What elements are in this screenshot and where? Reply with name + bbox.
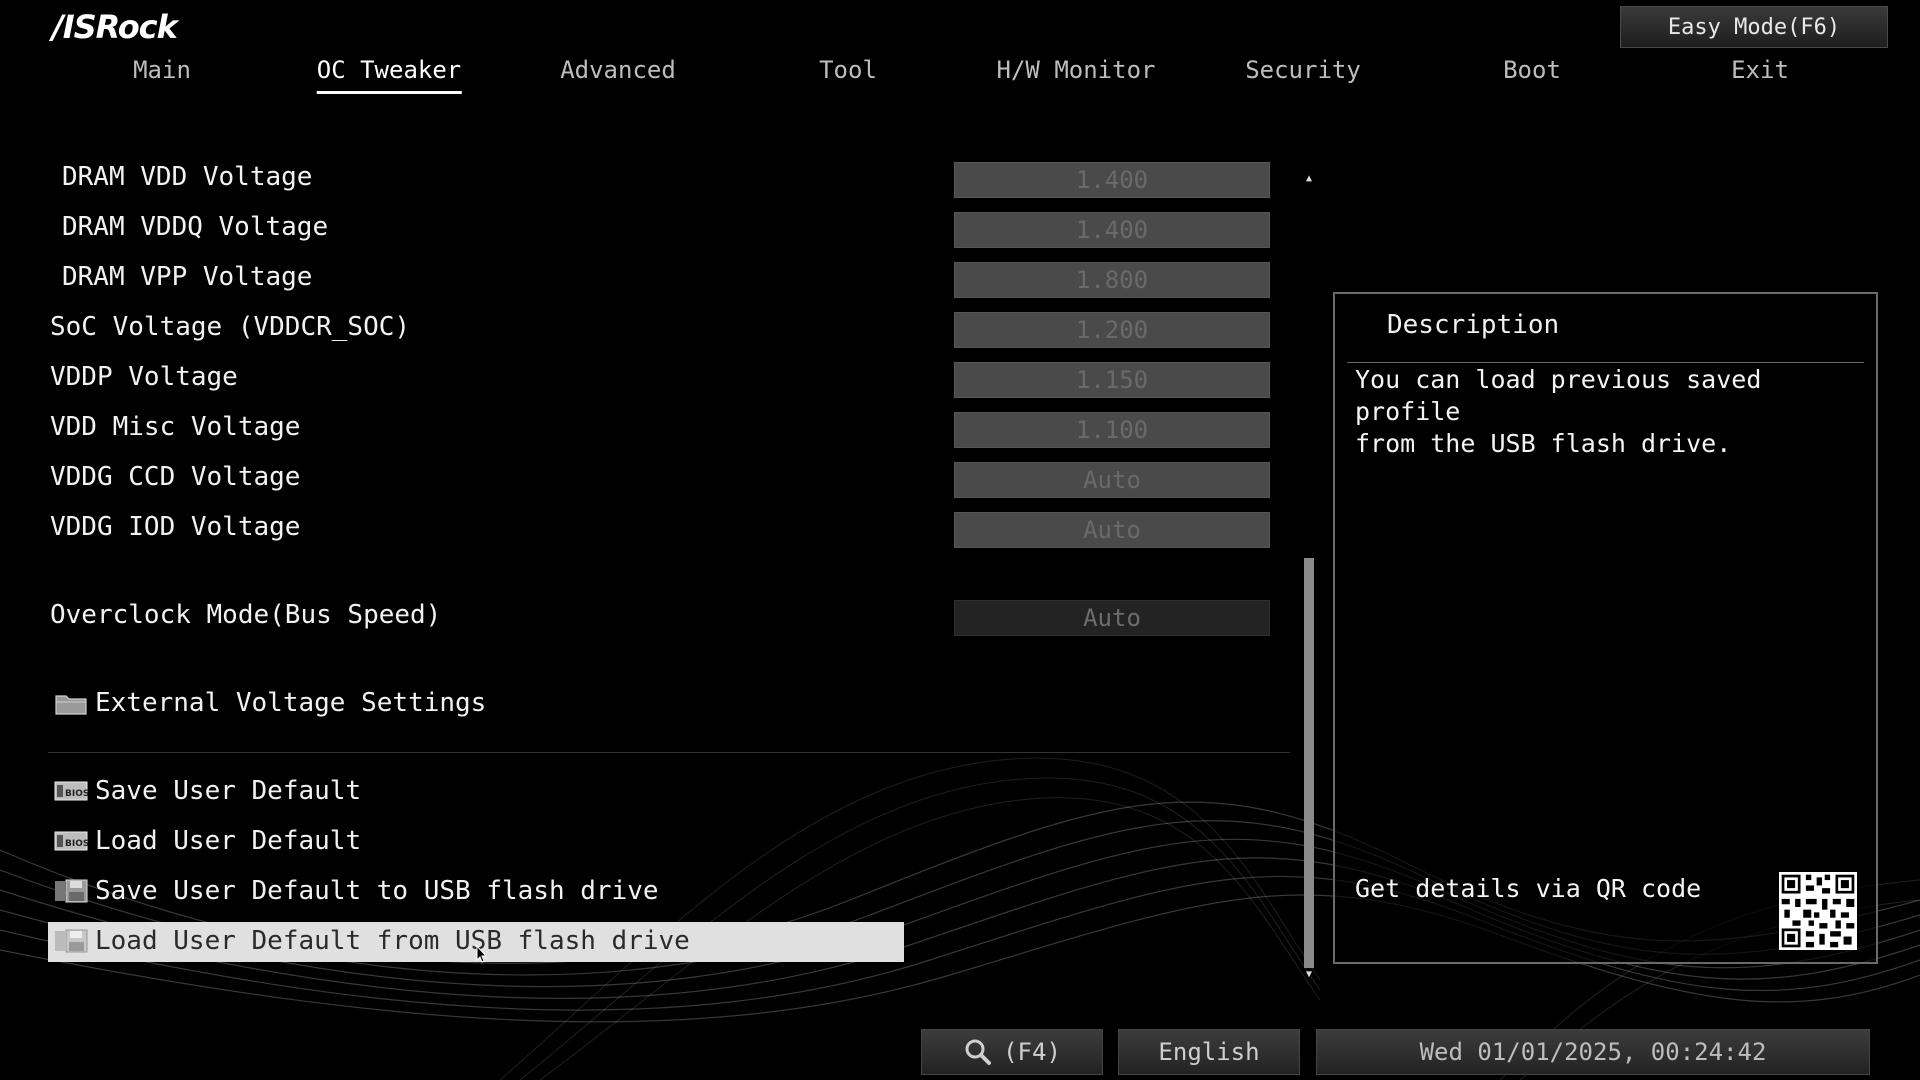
floppy-icon — [55, 879, 88, 903]
svg-text:BIOS: BIOS — [65, 789, 88, 799]
bios-icon: BIOS — [54, 781, 88, 801]
action-label: Load User Default from USB flash drive — [95, 926, 690, 956]
scroll-up-icon[interactable]: ▲ — [1302, 172, 1316, 186]
scroll-down-icon[interactable]: ▼ — [1302, 968, 1316, 982]
description-text: You can load previous saved profile from… — [1355, 365, 1762, 458]
scroll-thumb[interactable] — [1304, 558, 1314, 968]
description-divider — [1347, 362, 1864, 363]
search-icon — [965, 1039, 992, 1065]
tab-main[interactable]: Main — [133, 56, 191, 96]
setting-value[interactable]: 1.150 — [954, 362, 1270, 398]
setting-row-vddp[interactable]: VDDP Voltage 1.150 — [0, 360, 1300, 400]
floppy-icon — [55, 929, 88, 953]
description-panel: Description You can load previous saved … — [1333, 292, 1878, 964]
svg-text:BIOS: BIOS — [65, 839, 88, 849]
tab-advanced[interactable]: Advanced — [560, 56, 676, 96]
scrollbar[interactable]: ▲ ▼ — [1300, 168, 1318, 984]
asrock-logo: /ISRock — [52, 8, 178, 46]
language-button[interactable]: English — [1118, 1029, 1300, 1075]
action-label: Save User Default to USB flash drive — [95, 876, 659, 906]
setting-label: SoC Voltage (VDDCR_SOC) — [50, 312, 411, 342]
setting-value[interactable]: 1.400 — [954, 162, 1270, 198]
action-save-user-default-usb[interactable]: Save User Default to USB flash drive — [48, 872, 904, 912]
qr-label: Get details via QR code — [1355, 874, 1702, 903]
action-load-user-default[interactable]: BIOS Load User Default — [48, 822, 904, 862]
setting-row-soc-voltage[interactable]: SoC Voltage (VDDCR_SOC) 1.200 — [0, 310, 1300, 350]
tab-security[interactable]: Security — [1245, 56, 1361, 96]
setting-row-dram-vpp[interactable]: DRAM VPP Voltage 1.800 — [0, 260, 1300, 300]
setting-label: VDDP Voltage — [50, 362, 238, 392]
submenu-label: External Voltage Settings — [95, 688, 487, 718]
action-label: Load User Default — [95, 826, 362, 856]
setting-label: VDDG IOD Voltage — [50, 512, 301, 542]
tab-exit[interactable]: Exit — [1731, 56, 1789, 96]
description-title: Description — [1387, 310, 1560, 340]
setting-label: Overclock Mode(Bus Speed) — [50, 600, 442, 630]
setting-row-overclock-mode[interactable]: Overclock Mode(Bus Speed) Auto — [0, 598, 1300, 638]
tab-oc-tweaker[interactable]: OC Tweaker — [316, 56, 461, 96]
setting-value[interactable]: 1.100 — [954, 412, 1270, 448]
setting-value[interactable]: 1.400 — [954, 212, 1270, 248]
setting-value[interactable]: Auto — [954, 512, 1270, 548]
tab-boot[interactable]: Boot — [1503, 56, 1561, 96]
setting-value[interactable]: 1.800 — [954, 262, 1270, 298]
main-tabs: Main OC Tweaker Advanced Tool H/W Monito… — [0, 56, 1920, 96]
section-divider — [48, 752, 1290, 753]
setting-value[interactable]: Auto — [954, 600, 1270, 636]
action-label: Save User Default — [95, 776, 362, 806]
mouse-cursor-icon — [476, 945, 488, 963]
setting-row-vdd-misc[interactable]: VDD Misc Voltage 1.100 — [0, 410, 1300, 450]
search-button[interactable]: (F4) — [921, 1029, 1103, 1075]
action-save-user-default[interactable]: BIOS Save User Default — [48, 772, 904, 812]
submenu-external-voltage[interactable]: External Voltage Settings — [48, 684, 904, 724]
folder-icon — [55, 695, 87, 715]
setting-row-dram-vddq[interactable]: DRAM VDDQ Voltage 1.400 — [0, 210, 1300, 250]
setting-value[interactable]: 1.200 — [954, 312, 1270, 348]
setting-value[interactable]: Auto — [954, 462, 1270, 498]
setting-label: VDDG CCD Voltage — [50, 462, 301, 492]
date-time-display: Wed 01/01/2025, 00:24:42 — [1316, 1029, 1870, 1075]
setting-label: DRAM VDDQ Voltage — [62, 212, 329, 242]
setting-row-vddg-ccd[interactable]: VDDG CCD Voltage Auto — [0, 460, 1300, 500]
bios-icon: BIOS — [54, 831, 88, 851]
setting-row-dram-vdd[interactable]: DRAM VDD Voltage 1.400 — [0, 160, 1300, 200]
setting-row-vddg-iod[interactable]: VDDG IOD Voltage Auto — [0, 510, 1300, 550]
setting-label: DRAM VDD Voltage — [62, 162, 313, 192]
setting-label: DRAM VPP Voltage — [62, 262, 313, 292]
setting-label: VDD Misc Voltage — [50, 412, 301, 442]
qr-code-icon[interactable] — [1779, 872, 1857, 950]
easy-mode-button[interactable]: Easy Mode(F6) — [1620, 6, 1888, 48]
tab-tool[interactable]: Tool — [819, 56, 877, 96]
tab-hw-monitor[interactable]: H/W Monitor — [997, 56, 1156, 96]
search-shortcut: (F4) — [1003, 1038, 1061, 1066]
